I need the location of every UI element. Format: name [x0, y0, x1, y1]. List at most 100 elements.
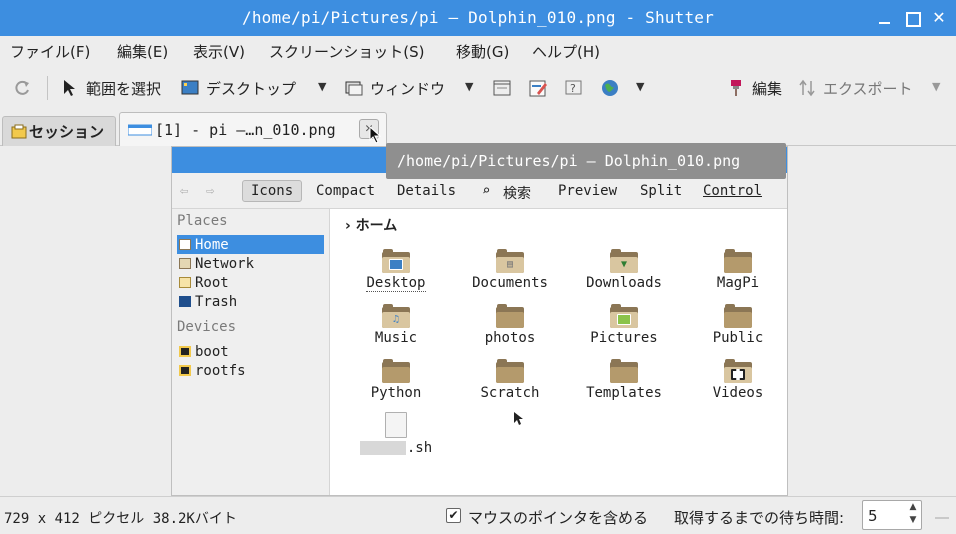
toolbar-separator: [47, 76, 48, 100]
window-dropdown-chevron-icon[interactable]: ▼: [465, 80, 473, 93]
tab-image-label: [1] - pi —…n_010.png: [155, 120, 336, 139]
menu-help[interactable]: ヘルプ(H): [532, 41, 600, 62]
file-item: Pictures: [569, 304, 679, 346]
file-item: Python: [341, 359, 451, 401]
file-item: Templates: [569, 359, 679, 401]
file-item: ▤ Documents: [455, 249, 565, 291]
edit-button[interactable]: 編集: [726, 76, 782, 100]
globe-icon: [602, 80, 618, 96]
preview-compact-view: Compact: [316, 183, 376, 199]
preview-details-view: Details: [397, 183, 457, 199]
folder-icon: [610, 359, 638, 383]
device-boot: boot: [177, 342, 324, 361]
place-root: Root: [177, 273, 324, 292]
back-arrow-icon: ⇦: [180, 183, 189, 199]
svg-text:?: ?: [570, 82, 576, 95]
folder-icon: [724, 304, 752, 328]
menu-view[interactable]: 表示(V): [193, 41, 245, 62]
pointer-icon: [64, 80, 75, 96]
delay-value: 5: [868, 507, 878, 525]
folder-icon: ♫: [382, 304, 410, 328]
minimize-button[interactable]: [875, 8, 895, 28]
menu-bar: ファイル(F) 編集(E) 表示(V) スクリーンショット(S) 移動(G) ヘ…: [0, 36, 956, 64]
screenshot-preview: ⇦ ⇨ Icons Compact Details ⌕ 検索 Preview S…: [171, 146, 788, 496]
blurred-filename: [359, 441, 406, 455]
spin-up-icon[interactable]: ▲: [905, 502, 921, 516]
desktop-icon: [181, 80, 199, 95]
forward-arrow-icon: ⇨: [206, 183, 215, 199]
root-folder-icon: [179, 277, 191, 288]
preview-icons-view: Icons: [242, 180, 303, 202]
window-title: /home/pi/Pictures/pi — Dolphin_010.png -…: [242, 8, 714, 27]
image-dimensions: 729 x 412 ピクセル 38.2Kバイト: [4, 511, 237, 527]
delay-label: 取得するまでの待ち時間:: [674, 509, 845, 527]
preview-search-icon: ⌕: [482, 183, 491, 199]
folder-icon: [496, 304, 524, 328]
edit-label: 編集: [752, 79, 783, 98]
place-trash: Trash: [177, 292, 324, 311]
redo-capture-button[interactable]: [12, 76, 38, 100]
export-dropdown-chevron-icon[interactable]: ▼: [932, 80, 940, 93]
menu-edit[interactable]: 編集(E): [117, 41, 168, 62]
menu-window-icon: [493, 80, 511, 96]
export-arrows-icon: [799, 79, 815, 97]
tab-bar: セッション [1] - pi —…n_010.png ✕: [0, 110, 956, 146]
tab-tooltip: /home/pi/Pictures/pi — Dolphin_010.png: [386, 143, 786, 179]
export-button[interactable]: エクスポート: [797, 76, 913, 100]
preview-search-label: 検索: [503, 186, 531, 202]
folder-icon: [610, 304, 638, 328]
maximize-button[interactable]: [902, 8, 922, 28]
web-capture-button[interactable]: [600, 76, 626, 100]
folder-icon: ▼: [610, 249, 638, 273]
place-network: Network: [177, 254, 324, 273]
export-label: エクスポート: [823, 79, 913, 98]
network-folder-icon: [179, 258, 191, 269]
window-icon: [345, 81, 363, 96]
tab-session-label: セッション: [29, 123, 105, 141]
file-item: Desktop: [341, 249, 451, 292]
file-item: Videos: [683, 359, 787, 401]
desktop-button[interactable]: デスクトップ: [180, 76, 296, 100]
file-item: .sh: [341, 412, 451, 456]
edit-document-icon: [529, 80, 547, 97]
status-bar: 729 x 412 ピクセル 38.2Kバイト ✔ マウスのポインタを含める 取…: [0, 496, 956, 534]
preview-split-button: Split: [640, 183, 683, 199]
menu-go[interactable]: 移動(G): [456, 41, 509, 62]
resize-grip[interactable]: [935, 517, 949, 519]
selection-button[interactable]: 範囲を選択: [60, 76, 161, 100]
preview-places-panel: Places Home Network Root Trash Devices b…: [172, 209, 330, 495]
close-window-button[interactable]: ✕: [929, 8, 949, 28]
desktop-dropdown-chevron-icon[interactable]: ▼: [318, 80, 326, 93]
preview-control-button: Control: [703, 183, 763, 199]
main-toolbar: 範囲を選択 デスクトップ ▼ ウィンドウ ▼ ? ▼ 編集 エクスポート ▼: [0, 64, 956, 110]
web-dropdown-chevron-icon[interactable]: ▼: [636, 80, 644, 93]
include-pointer-label: マウスのポインタを含める: [468, 509, 649, 527]
checkmark-icon: ✔: [448, 508, 459, 522]
place-home: Home: [177, 235, 324, 254]
file-item: MagPi: [683, 249, 787, 291]
question-window-icon: ?: [565, 80, 582, 95]
places-heading: Places: [177, 213, 228, 229]
folder-icon: [496, 359, 524, 383]
image-thumbnail-icon: [128, 124, 152, 135]
window-button[interactable]: ウィンドウ: [344, 76, 445, 100]
tooltip-capture-button[interactable]: [528, 76, 554, 100]
device-rootfs: rootfs: [177, 361, 324, 380]
paint-brush-icon: [731, 80, 741, 96]
tab-session[interactable]: セッション: [2, 116, 116, 146]
spin-down-icon[interactable]: ▼: [905, 515, 921, 529]
delay-spinbox[interactable]: 5 ▲ ▼: [862, 500, 922, 530]
include-pointer-checkbox[interactable]: ✔: [446, 508, 461, 523]
help-capture-button[interactable]: ?: [564, 76, 590, 100]
home-icon: [179, 239, 191, 250]
drive-icon: [179, 365, 191, 376]
folder-icon: [382, 249, 410, 273]
menu-screenshot[interactable]: スクリーンショット(S): [269, 41, 424, 62]
menu-file[interactable]: ファイル(F): [10, 41, 90, 62]
tab-image[interactable]: [1] - pi —…n_010.png ✕: [119, 112, 387, 146]
file-item: ▼ Downloads: [569, 249, 679, 291]
session-icon: [11, 124, 27, 138]
menu-capture-button[interactable]: [492, 76, 518, 100]
selection-label: 範囲を選択: [86, 79, 162, 98]
file-item: Scratch: [455, 359, 565, 401]
